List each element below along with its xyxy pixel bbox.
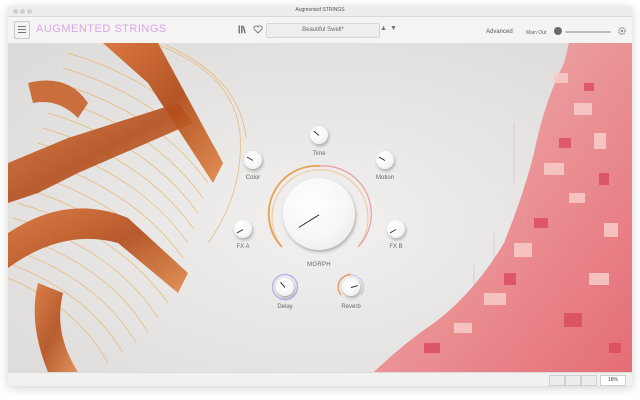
window-title: Augmented STRINGS <box>295 7 345 13</box>
fx-b-label: FX B <box>389 244 403 250</box>
preset-browser-field[interactable]: Beautiful Swell* <box>266 23 380 38</box>
plugin-window: Augmented STRINGS AUGMENTED STRINGS Beau… <box>8 6 632 386</box>
previous-preset-button[interactable]: ▲ <box>380 25 387 32</box>
advanced-button[interactable]: Advanced <box>486 29 513 35</box>
redo-button[interactable] <box>581 375 597 386</box>
window-titlebar: Augmented STRINGS <box>8 6 632 17</box>
main-out-label: Main Out <box>526 30 547 36</box>
library-books-icon[interactable] <box>238 25 248 34</box>
heart-icon[interactable] <box>253 25 263 34</box>
pink-voxel-artwork <box>374 43 632 372</box>
hamburger-menu-icon <box>18 26 26 27</box>
hamburger-line <box>18 29 26 30</box>
preset-name: Beautiful Swell* <box>302 27 344 33</box>
color-label: Color <box>245 175 261 181</box>
reverb-knob[interactable] <box>342 278 360 296</box>
fx-a-label: FX A <box>236 244 250 250</box>
reverb-label: Reverb <box>341 304 361 310</box>
main-panel: Time Color Motion MORPH FX A FX B Delay <box>8 43 632 372</box>
product-logo: AUGMENTED STRINGS <box>36 23 167 35</box>
delay-knob[interactable] <box>276 278 294 296</box>
status-bar: 18% <box>8 372 632 386</box>
time-label: Time <box>312 151 326 157</box>
zoom-level[interactable]: 18% <box>600 375 626 386</box>
fx-b-knob[interactable] <box>387 220 405 238</box>
main-menu-button[interactable] <box>14 21 30 39</box>
harp-artwork <box>8 43 247 372</box>
morph-knob[interactable] <box>283 178 355 250</box>
next-preset-button[interactable]: ▼ <box>390 25 397 32</box>
hamburger-line <box>18 32 26 33</box>
motion-label: Motion <box>375 175 394 181</box>
top-toolbar: AUGMENTED STRINGS Beautiful Swell* ▲ ▼ A… <box>8 17 632 44</box>
time-knob[interactable] <box>310 126 328 144</box>
main-out-slider[interactable] <box>565 31 611 33</box>
morph-label: MORPH <box>307 262 331 268</box>
delay-label: Delay <box>277 304 293 310</box>
undo-button[interactable] <box>549 375 565 386</box>
motion-knob[interactable] <box>376 151 394 169</box>
color-knob[interactable] <box>244 151 262 169</box>
fx-a-knob[interactable] <box>234 220 252 238</box>
gear-icon[interactable] <box>617 26 627 36</box>
main-out-knob[interactable] <box>554 27 562 35</box>
history-button[interactable] <box>565 375 581 386</box>
